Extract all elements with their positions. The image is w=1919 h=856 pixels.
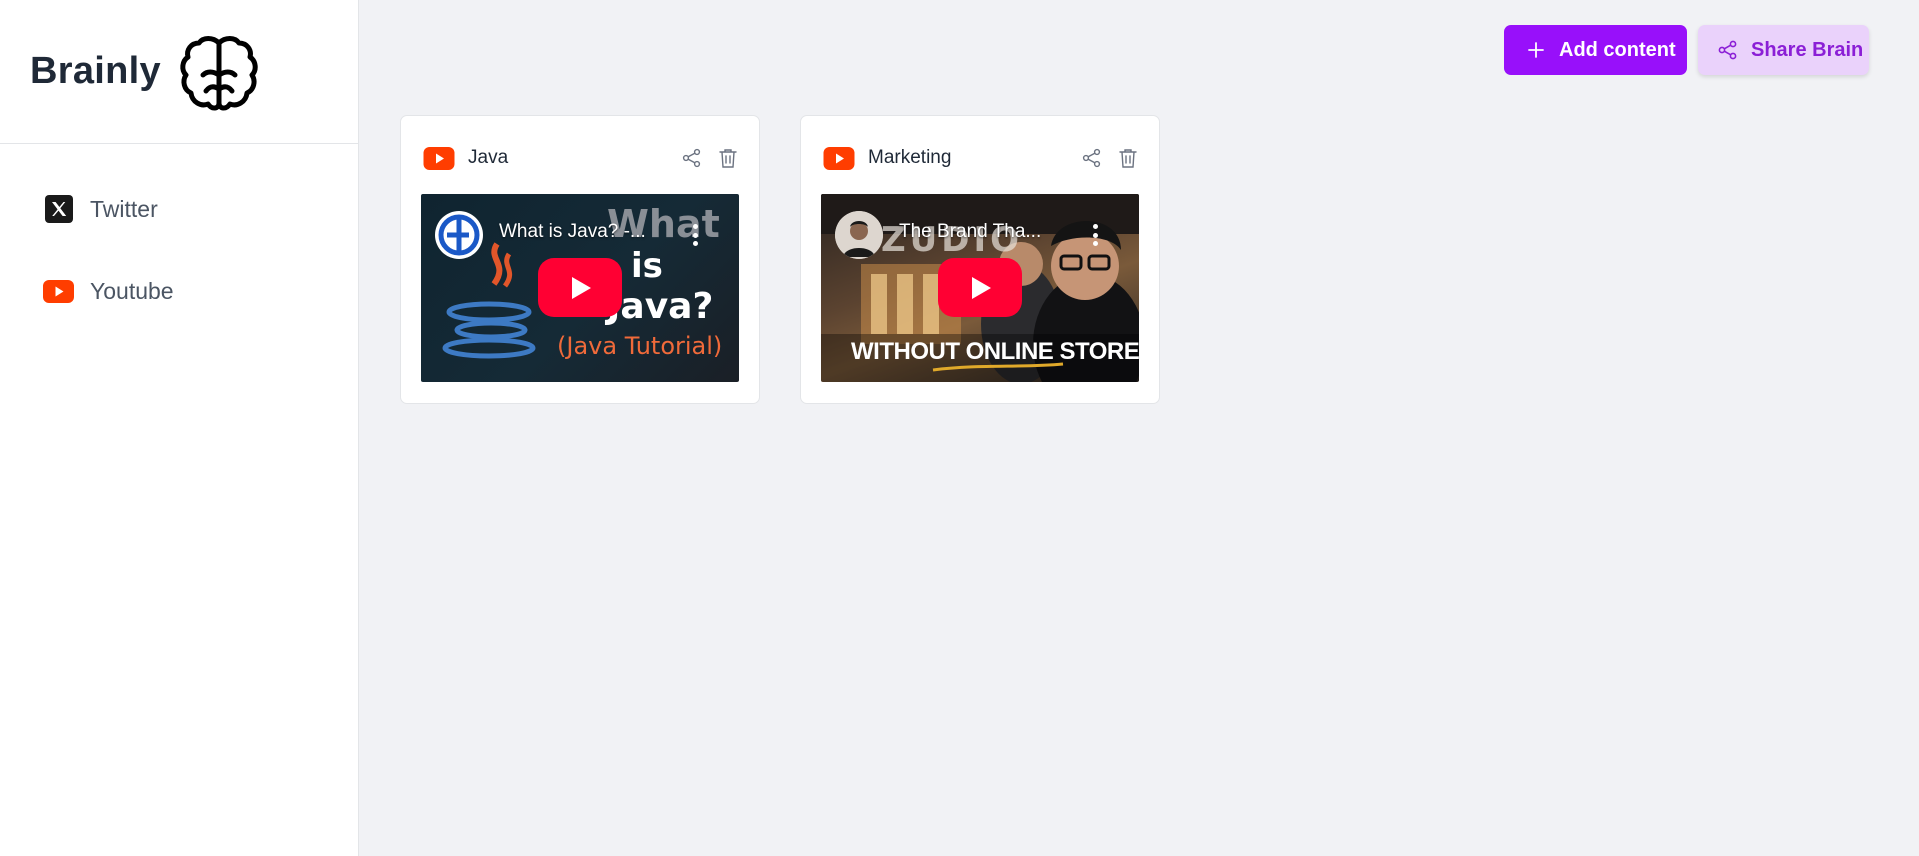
card-title: Marketing	[868, 147, 952, 168]
sidebar-item-twitter[interactable]: Twitter	[0, 192, 358, 226]
x-twitter-icon	[43, 194, 74, 224]
thumbnail-text: (Java Tutorial)	[557, 332, 723, 360]
card-header: Marketing	[823, 144, 1139, 172]
more-options-icon[interactable]	[1091, 224, 1099, 246]
youtube-icon	[423, 146, 455, 170]
video-title: What is Java? -...	[499, 221, 646, 242]
more-options-icon[interactable]	[691, 224, 699, 246]
brain-logo-icon	[180, 35, 258, 110]
share-icon	[1718, 40, 1738, 60]
sidebar-item-label: Youtube	[90, 277, 174, 304]
play-button-icon[interactable]	[538, 258, 622, 317]
trash-icon[interactable]	[717, 147, 739, 169]
video-embed[interactable]: What is Java? (Java Tutorial) What is Ja…	[421, 194, 739, 382]
youtube-icon	[823, 146, 855, 170]
share-icon[interactable]	[1081, 147, 1103, 169]
plus-icon	[1526, 40, 1546, 60]
card-actions	[1067, 147, 1139, 169]
card-header: Java	[423, 144, 739, 172]
add-content-button[interactable]: Add content	[1504, 25, 1687, 75]
brand: Brainly	[0, 0, 358, 144]
sidebar-item-label: Twitter	[90, 195, 158, 222]
youtube-icon	[43, 276, 74, 306]
content-card: Marketing ZUDIO WITHOUT ONLINE STORES? T…	[800, 115, 1160, 404]
video-embed[interactable]: ZUDIO WITHOUT ONLINE STORES? The Brand T…	[821, 194, 1139, 382]
channel-avatar	[435, 211, 483, 259]
sidebar: Brainly Twitter Youtube	[0, 0, 359, 856]
play-button-icon[interactable]	[938, 258, 1022, 317]
thumbnail-text: WITHOUT ONLINE STORES?	[851, 338, 1139, 365]
card-actions	[667, 147, 739, 169]
share-brain-label: Share Brain	[1751, 38, 1864, 61]
trash-icon[interactable]	[1117, 147, 1139, 169]
sidebar-nav: Twitter Youtube	[0, 144, 358, 308]
sidebar-item-youtube[interactable]: Youtube	[0, 274, 358, 308]
video-title: The Brand Tha...	[899, 221, 1042, 242]
share-brain-button[interactable]: Share Brain	[1698, 25, 1869, 75]
share-icon[interactable]	[681, 147, 703, 169]
thumbnail-text: Java?	[607, 286, 714, 327]
card-title: Java	[468, 147, 509, 168]
content-card: Java What is Java? (Java Tutorial) What …	[400, 115, 760, 404]
thumbnail-text: is	[631, 246, 663, 286]
brand-name: Brainly	[30, 50, 161, 92]
add-content-label: Add content	[1559, 38, 1676, 61]
channel-avatar	[835, 211, 883, 259]
